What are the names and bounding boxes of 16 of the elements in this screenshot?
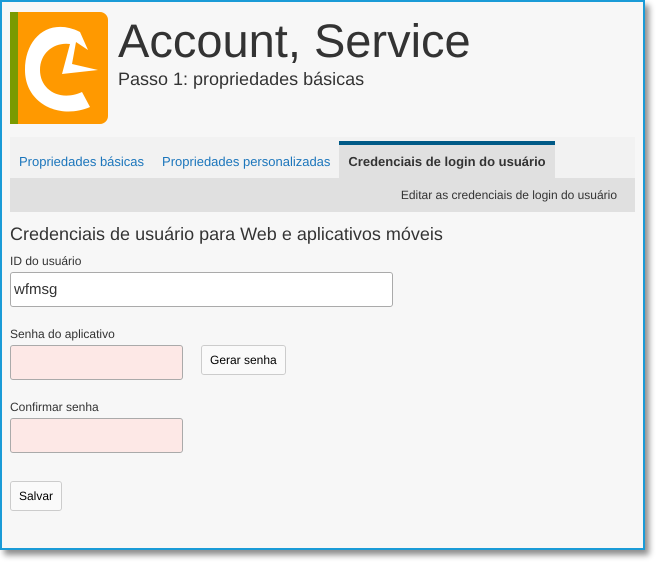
field-label: ID do usuário — [10, 254, 82, 268]
input-field[interactable]: wfmsg — [10, 272, 393, 307]
page-title: Account, Service — [118, 14, 471, 68]
page-subtitle: Passo 1: propriedades básicas — [118, 68, 366, 90]
tab[interactable]: Propriedades básicas — [10, 141, 154, 178]
edit-credentials-link[interactable]: Editar as credenciais de login do usuário — [400, 188, 617, 202]
input-field[interactable] — [10, 345, 183, 380]
app-logo-icon — [10, 12, 108, 124]
field-label: Senha do aplicativo — [10, 327, 116, 341]
section-heading: Credenciais de usuário para Web e aplicativos móveis — [10, 223, 444, 246]
field-label: Confirmar senha — [10, 400, 100, 414]
save-button[interactable]: Salvar — [10, 481, 62, 511]
generate-password-button[interactable]: Gerar senha — [201, 345, 286, 375]
tab[interactable]: Propriedades personalizadas — [153, 141, 340, 178]
tab[interactable]: Credenciais de login do usuário — [339, 141, 555, 178]
input-field[interactable] — [10, 418, 183, 453]
